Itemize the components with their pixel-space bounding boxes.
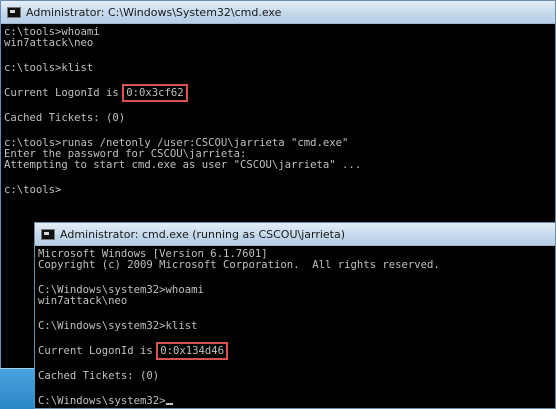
console-line: c:\tools> xyxy=(4,184,62,196)
logon-id-highlight: 0:0x3cf62 xyxy=(122,84,188,102)
console-line: Cached Tickets: (0) xyxy=(38,370,160,382)
console-line: win7attack\neo xyxy=(4,37,94,49)
title-bar[interactable]: Administrator: cmd.exe (running as CSCOU… xyxy=(35,223,555,246)
window-title: Administrator: C:\Windows\System32\cmd.e… xyxy=(26,5,282,19)
logon-label: Current LogonId is xyxy=(38,345,160,357)
console-output[interactable]: Microsoft Windows [Version 6.1.7601] Cop… xyxy=(35,246,555,408)
cmd-icon xyxy=(7,6,21,18)
console-line: Current LogonId is 0:0x134d46 xyxy=(38,342,555,360)
console-line: C:\Windows\system32> xyxy=(38,396,555,407)
console-line: c:\tools>klist xyxy=(4,62,94,74)
console-line: Current LogonId is 0:0x3cf62 xyxy=(4,84,555,102)
console-line: win7attack\neo xyxy=(38,295,128,307)
prompt: C:\Windows\system32> xyxy=(38,395,166,407)
cmd-icon xyxy=(41,228,55,240)
taskbar-button[interactable] xyxy=(0,368,34,409)
console-line: Cached Tickets: (0) xyxy=(4,112,126,124)
desktop: Administrator: C:\Windows\System32\cmd.e… xyxy=(0,0,556,409)
window-title: Administrator: cmd.exe (running as CSCOU… xyxy=(60,227,346,241)
console-line: C:\Windows\system32>klist xyxy=(38,320,198,332)
console-line: Attempting to start cmd.exe as user "CSC… xyxy=(4,159,362,171)
logon-label: Current LogonId is xyxy=(4,87,126,99)
console-line: Copyright (c) 2009 Microsoft Corporation… xyxy=(38,259,440,271)
text-cursor xyxy=(165,403,173,405)
logon-id-highlight: 0:0x134d46 xyxy=(156,342,228,360)
title-bar[interactable]: Administrator: C:\Windows\System32\cmd.e… xyxy=(1,1,555,24)
cmd-window-front[interactable]: Administrator: cmd.exe (running as CSCOU… xyxy=(34,222,556,409)
